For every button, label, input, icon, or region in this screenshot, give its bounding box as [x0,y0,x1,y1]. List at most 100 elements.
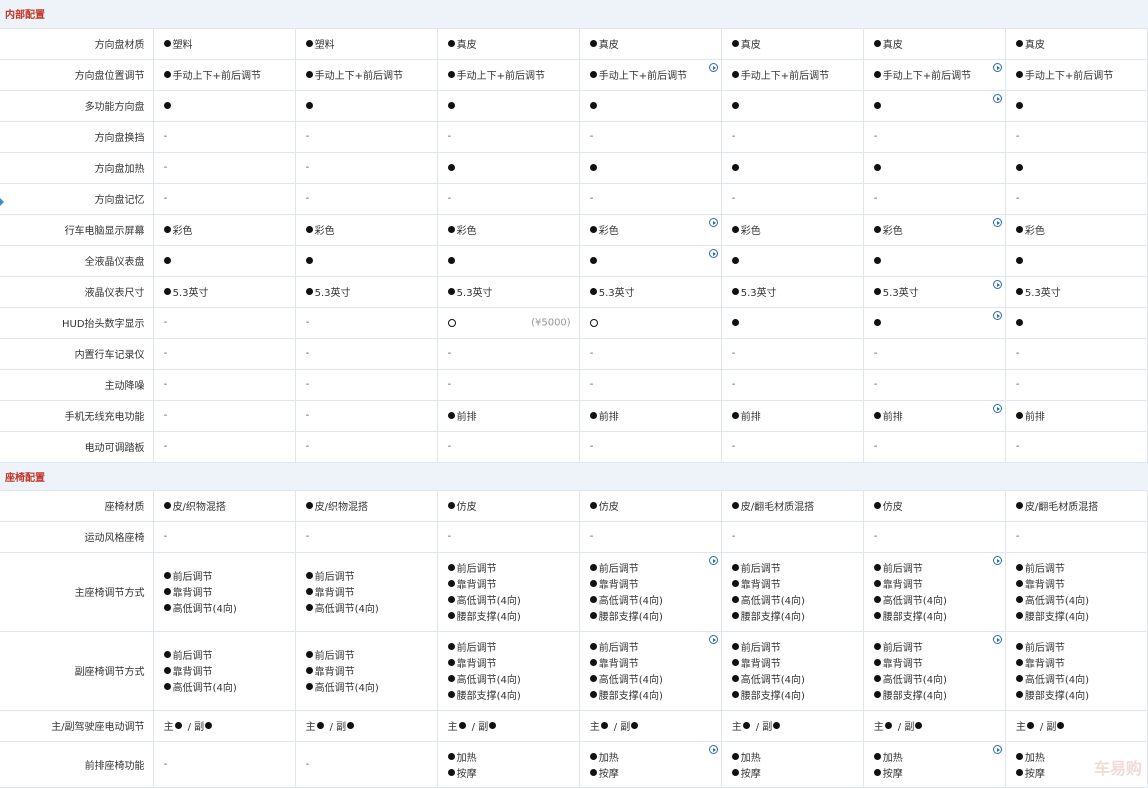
standard-dot-icon [163,226,171,233]
table-cell: 仿皮 [863,490,1006,522]
cell-line: 前后调节 [731,560,863,576]
cell-text: 加热 [740,752,761,764]
play-icon[interactable] [708,744,718,754]
standard-dot-icon [731,288,739,295]
table-cell [863,245,1006,277]
play-icon[interactable] [992,217,1002,227]
table-cell: 前后调节 靠背调节 高低调节(4向) [153,552,296,632]
standard-dot-icon [631,722,639,729]
cell-text: 彩色 [598,226,619,237]
empty-value: - [305,348,310,359]
cell-line: 前排 [873,408,1005,424]
cell-line: 手动上下+前后调节 [589,67,721,83]
cell-line: 皮/翻毛材质混搭 [1015,498,1147,514]
standard-dot-icon [1015,768,1023,776]
table-cell: 主 / 副 [295,710,438,742]
standard-dot-icon [589,164,597,171]
cell-line [447,98,579,114]
standard-dot-icon [489,722,497,729]
cell-line: 腰部支撑(4向) [447,687,579,703]
cell-text: 前后调节 [882,643,923,654]
table-cell: 加热 按摩 [579,741,722,788]
play-icon[interactable] [992,634,1002,644]
standard-dot-icon [742,722,750,729]
play-icon[interactable] [992,403,1002,413]
cell-line: 加热 [873,748,1005,764]
cell-line: 仿皮 [447,498,579,514]
standard-dot-icon [1015,319,1023,326]
play-icon[interactable] [992,744,1002,754]
collapse-arrow-icon[interactable] [0,198,4,206]
standard-dot-icon [589,226,597,233]
standard-dot-icon [731,71,739,78]
cell-line: 真皮 [447,36,579,52]
standard-dot-icon [731,643,739,650]
standard-dot-icon [447,768,455,776]
standard-dot-icon [205,722,213,729]
cell-text: 高低调节(4向) [1024,675,1090,686]
play-icon[interactable] [708,555,718,565]
play-icon[interactable] [992,310,1002,320]
play-icon[interactable] [708,62,718,72]
cell-line: 高低调节(4向) [447,671,579,687]
row-label: 主座椅调节方式 [0,552,154,632]
empty-value: - [163,193,168,204]
standard-dot-icon [731,40,739,47]
cell-line: 皮/织物混搭 [305,498,437,514]
cell-line [731,315,863,331]
cell-text: 靠背调节 [456,580,497,591]
table-row: 多功能方向盘 [0,90,1148,122]
table-cell [579,152,722,184]
empty-value: - [873,441,878,452]
table-cell [721,90,864,122]
play-icon[interactable] [708,248,718,258]
standard-dot-icon [447,643,455,650]
empty-value: - [305,379,310,390]
cell-text: 靠背调节 [882,659,923,670]
table-cell: - [153,521,296,553]
cell-line: 靠背调节 [305,663,437,679]
table-cell [437,152,580,184]
cell-text: 彩色 [456,226,477,237]
table-cell: 仿皮 [437,490,580,522]
table-cell: - [153,307,296,339]
cell-text: 皮/翻毛材质混搭 [1024,502,1099,513]
table-cell: - [863,121,1006,153]
table-cell: - [153,338,296,370]
play-icon[interactable] [992,93,1002,103]
standard-dot-icon [589,288,597,295]
table-cell: - [863,369,1006,401]
empty-value: - [163,317,168,328]
standard-dot-icon [589,596,597,603]
row-label: 前排座椅功能 [0,741,154,788]
standard-dot-icon [305,588,313,595]
play-icon[interactable] [992,62,1002,72]
table-cell: - [863,431,1006,463]
cell-line: 5.3英寸 [305,284,437,300]
table-cell: 真皮 [437,28,580,60]
table-cell: - [295,338,438,370]
standard-dot-icon [589,580,597,587]
play-icon[interactable] [992,279,1002,289]
cell-text: 塑料 [314,40,335,51]
cell-text: 高低调节(4向) [740,596,805,607]
cell-line: 高低调节(4向) [873,671,1005,687]
cell-line: 塑料 [305,36,437,52]
cell-text: 靠背调节 [172,667,213,678]
play-icon[interactable] [708,217,718,227]
cell-text: 前后调节 [172,651,213,662]
cell-line: 5.3英寸 [731,284,863,300]
cell-line: 前后调节 [731,639,863,655]
cell-line: 前排 [1015,408,1147,424]
standard-dot-icon [884,722,892,729]
play-icon[interactable] [708,634,718,644]
cell-line [1015,315,1147,331]
cell-text: 腰部支撑(4向) [1024,691,1090,702]
cell-line: 前后调节 [873,639,1005,655]
standard-dot-icon [873,580,881,587]
table-cell [295,90,438,122]
empty-value: - [731,348,736,359]
play-icon[interactable] [992,555,1002,565]
row-label: 手机无线充电功能 [0,400,154,432]
cell-line: 按摩 [447,764,579,780]
